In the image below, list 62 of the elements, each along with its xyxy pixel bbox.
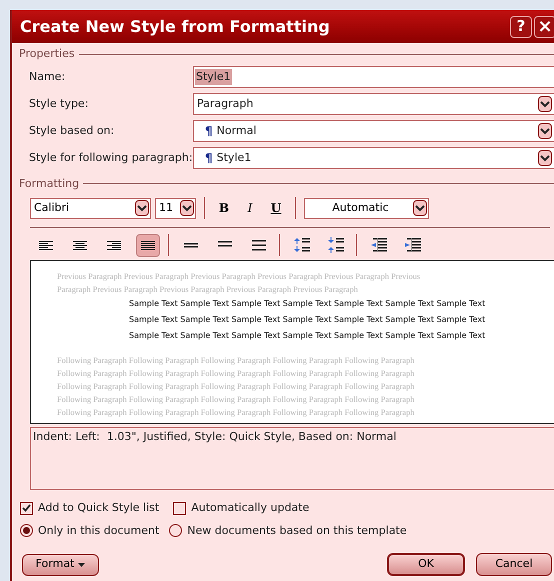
dropdown-arrow-icon[interactable]	[538, 96, 552, 112]
section-heading: Formatting	[19, 176, 80, 192]
italic-button[interactable]: I	[239, 197, 261, 219]
format-button[interactable]: Format	[22, 554, 99, 576]
field-label: Style for following paragraph:	[29, 150, 193, 166]
preview-text: Following Paragraph Following Paragraph Following Paragraph Following Paragraph Following Paragraph	[57, 355, 416, 367]
align-justify-icon	[141, 240, 155, 250]
field-label: Style type:	[29, 96, 90, 112]
check-icon	[22, 504, 31, 512]
checkbox[interactable]	[20, 502, 33, 515]
sample-text: Sample Text Sample Text Sample Text Sample Text Sample Text Sample Text Sample Text	[129, 330, 486, 342]
dropdown-arrow-icon[interactable]	[538, 123, 552, 139]
radio-button[interactable]	[169, 524, 182, 538]
field-label: Name:	[29, 68, 66, 85]
decrease-indent-icon	[371, 238, 387, 252]
preview-text: Paragraph Previous Paragraph Previous Paragraph Previous Paragraph Previous Paragraph	[57, 284, 359, 296]
preview-text: Following Paragraph Following Paragraph Following Paragraph Following Paragraph Following Paragraph	[57, 394, 416, 406]
radio-button[interactable]	[20, 524, 33, 538]
increase-indent-icon	[405, 238, 421, 252]
preview-text: Previous Paragraph Previous Paragraph Previous Paragraph Previous Paragraph Previous Paragraph Previous	[57, 271, 422, 283]
checkbox-label: Add to Quick Style list	[38, 500, 160, 516]
size-dropdown[interactable]: 11	[155, 198, 196, 218]
window-title: Create New Style from Formatting	[20, 16, 331, 38]
field-label: Style based on:	[29, 122, 116, 139]
cancel-button[interactable]: Cancel	[476, 553, 552, 576]
radio-label: New documents based on this template	[187, 522, 407, 538]
style-dropdown[interactable]: Paragraph	[193, 93, 554, 115]
increase-spacing-icon	[294, 237, 310, 253]
preview-text: Following Paragraph Following Paragraph Following Paragraph Following Paragraph Following Paragraph	[57, 368, 416, 380]
sample-text: Sample Text Sample Text Sample Text Sample Text Sample Text Sample Text Sample Text	[129, 314, 486, 326]
ok-button[interactable]: OK	[387, 553, 465, 576]
help-button[interactable]: ?	[510, 16, 532, 38]
single-spacing-icon	[184, 241, 198, 249]
close-button[interactable]: ×	[534, 16, 554, 38]
preview-text: Following Paragraph Following Paragraph Following Paragraph Following Paragraph Following Paragraph	[57, 381, 416, 393]
radio-label: Only in this document	[38, 522, 160, 538]
color-dropdown[interactable]: Automatic	[304, 198, 429, 218]
sample-text: Sample Text Sample Text Sample Text Sample Text Sample Text Sample Text Sample Text	[129, 298, 486, 310]
section-heading: Properties	[19, 46, 75, 62]
dropdown-arrow-icon[interactable]	[180, 200, 194, 216]
style-description: Indent: Left: 1.03", Justified, Style: Quick Style, Based on: Normal	[30, 427, 554, 490]
style-dropdown[interactable]: ¶ Style1	[193, 147, 554, 169]
checkbox-label: Automatically update	[191, 500, 310, 516]
underline-button[interactable]: U	[265, 197, 287, 219]
dropdown-arrow-icon[interactable]	[413, 200, 427, 216]
preview-text: Following Paragraph Following Paragraph Following Paragraph Following Paragraph Following Paragraph	[57, 407, 416, 419]
align-left-icon	[39, 240, 53, 250]
align-center-icon	[73, 240, 87, 250]
font-dropdown[interactable]: Calibri	[30, 198, 151, 218]
paragraph-mark-icon: ¶	[205, 122, 213, 140]
caret-down-icon	[78, 562, 86, 566]
double-spacing-icon	[252, 239, 266, 251]
dropdown-arrow-icon[interactable]	[538, 150, 552, 166]
paragraph-mark-icon: ¶	[205, 149, 213, 167]
alignment-button[interactable]	[136, 234, 160, 256]
align-right-icon	[107, 240, 121, 250]
checkbox[interactable]	[173, 502, 186, 515]
style-dropdown[interactable]: ¶ Normal	[193, 120, 554, 142]
name-field[interactable]: Style1	[193, 66, 554, 88]
dropdown-arrow-icon[interactable]	[135, 200, 149, 216]
bold-button[interactable]: B	[213, 197, 235, 219]
decrease-spacing-icon	[328, 237, 344, 253]
